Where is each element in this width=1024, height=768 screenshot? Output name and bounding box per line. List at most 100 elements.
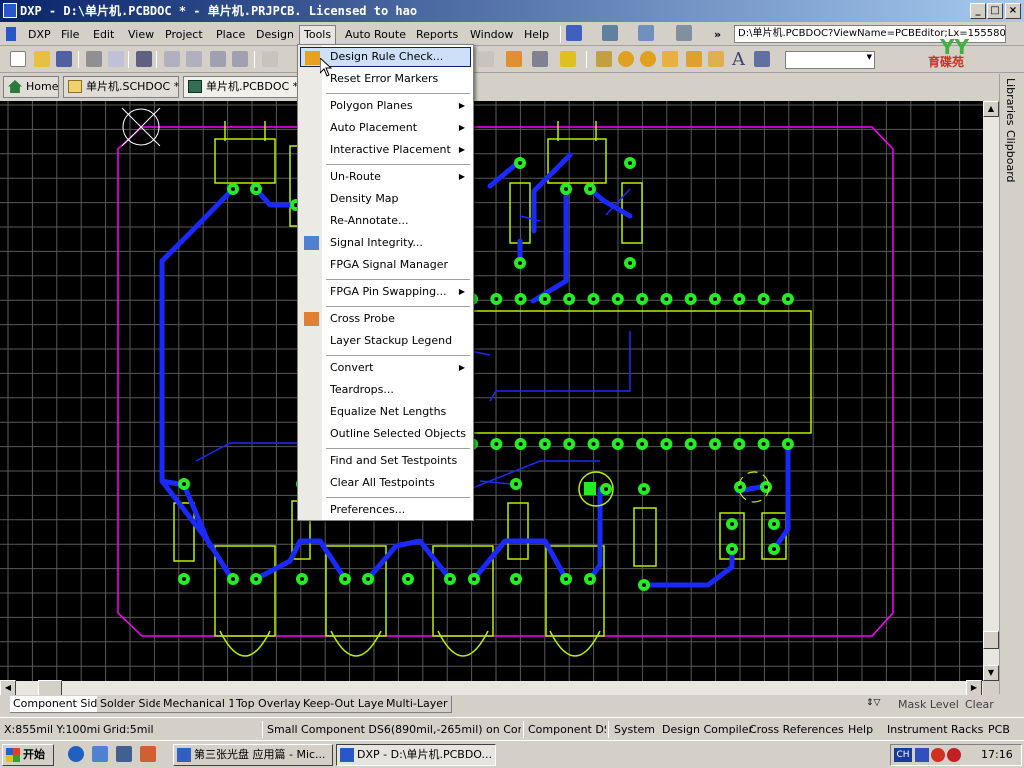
menu-item-interactive-placement[interactable]: Interactive Placement ▶ (300, 140, 471, 160)
menu-reports[interactable]: Reports (412, 26, 462, 43)
component-tool-icon[interactable] (754, 51, 770, 67)
scroll-left-icon[interactable]: ◀ (0, 680, 16, 696)
chart-tool-icon[interactable] (566, 25, 582, 41)
vertical-scrollbar[interactable]: ▲ ▼ (983, 101, 999, 681)
tab-home[interactable]: Home (3, 76, 59, 98)
via-tool-icon[interactable] (640, 51, 656, 67)
new-icon[interactable] (10, 51, 26, 67)
ime-indicator[interactable]: CH (894, 748, 912, 762)
cut-icon[interactable] (262, 51, 278, 67)
menu-file[interactable]: File (57, 26, 83, 43)
help-tool-icon[interactable] (560, 51, 576, 67)
layer-tab-keep-out-layer[interactable]: Keep-Out Layer (300, 696, 393, 713)
scroll-right-icon[interactable]: ▶ (966, 680, 982, 696)
print-icon[interactable] (86, 51, 102, 67)
tab-pcb[interactable]: 单片机.PCBDOC * (183, 76, 303, 98)
menu-item-convert[interactable]: Convert ▶ (300, 358, 471, 378)
menu-window[interactable]: Window (466, 26, 517, 43)
menu-edit[interactable]: Edit (89, 26, 118, 43)
menu-help[interactable]: Help (520, 26, 553, 43)
fill-tool-icon[interactable] (686, 51, 702, 67)
tab-schematic[interactable]: 单片机.SCHDOC * (63, 76, 179, 98)
vertical-scroll-thumb[interactable] (983, 631, 999, 649)
ie-quicklaunch-icon[interactable] (68, 746, 84, 762)
layer-tab-component-side[interactable]: Component Side (10, 696, 109, 713)
menu-item-preferences[interactable]: Preferences... (300, 500, 471, 520)
layer-tab-top-overlay[interactable]: Top Overlay (233, 696, 305, 713)
zoom-area-icon[interactable] (186, 51, 202, 67)
menu-item-outline-selected-objects[interactable]: Outline Selected Objects (300, 424, 471, 444)
select-tool-icon[interactable] (638, 25, 654, 41)
menu-item-un-route[interactable]: Un-Route ▶ (300, 167, 471, 187)
menu-design[interactable]: Design (252, 26, 298, 43)
menu-place[interactable]: Place (212, 26, 249, 43)
zoom-fit-icon[interactable] (164, 51, 180, 67)
tray-icon-1[interactable] (915, 748, 929, 762)
menu-view[interactable]: View (124, 26, 158, 43)
menu-item-fpga-signal-manager[interactable]: FPGA Signal Manager (300, 255, 471, 275)
menu-item-fpga-pin-swapping[interactable]: FPGA Pin Swapping... ▶ (300, 282, 471, 302)
save-icon[interactable] (56, 51, 72, 67)
horizontal-scroll-thumb[interactable] (38, 680, 62, 696)
layer-tab-solder-side[interactable]: Solder Side (97, 696, 167, 713)
clear-button[interactable]: Clear (965, 698, 994, 711)
maximize-button[interactable]: □ (987, 3, 1003, 19)
inspect-icon[interactable] (532, 51, 548, 67)
menu-item-polygon-planes[interactable]: Polygon Planes ▶ (300, 96, 471, 116)
grid-tool-icon[interactable] (676, 25, 692, 41)
layer-tab-multi-layer[interactable]: Multi-Layer (383, 696, 452, 713)
menu-item-layer-stackup-legend[interactable]: Layer Stackup Legend (300, 331, 471, 351)
mask-level-button[interactable]: Mask Level (898, 698, 959, 711)
pad-tool-icon[interactable] (618, 51, 634, 67)
menu-item-clear-all-testpoints[interactable]: Clear All Testpoints (300, 473, 471, 493)
panel-button-cross-references[interactable]: Cross References (749, 722, 844, 738)
scroll-up-icon[interactable]: ▲ (983, 101, 999, 117)
start-button[interactable]: 开始 (2, 744, 54, 766)
menu-item-cross-probe[interactable]: Cross Probe (300, 309, 471, 329)
text-tool-icon[interactable]: A (732, 49, 745, 70)
menu-auto-route[interactable]: Auto Route (341, 26, 410, 43)
task-dxp[interactable]: DXP - D:\单片机.PCBDO... (336, 744, 496, 766)
panel-button-instrument-racks[interactable]: Instrument Racks (887, 722, 983, 738)
menu-item-find-and-set-testpoints[interactable]: Find and Set Testpoints (300, 451, 471, 471)
horizontal-scrollbar[interactable]: ◀ ▶ (0, 680, 983, 696)
task-word-document[interactable]: 第三张光盘 应用篇 - Mic... (173, 744, 333, 766)
zoom-selected-icon[interactable] (210, 51, 226, 67)
toolbar-overflow-icon[interactable]: » (710, 26, 725, 43)
cross-probe-tool-icon[interactable] (506, 51, 522, 67)
zoom-filtered-icon[interactable] (232, 51, 248, 67)
menu-item-signal-integrity[interactable]: Signal Integrity... (300, 233, 471, 253)
align-tool-icon[interactable] (602, 25, 618, 41)
layer-filter-icon[interactable]: ⇕▽ (866, 698, 880, 708)
panel-tab-clipboard[interactable]: Clipboard (1004, 130, 1017, 183)
route-tool-icon[interactable] (596, 51, 612, 67)
menu-dxp[interactable]: DXP (24, 26, 55, 43)
open-icon[interactable] (34, 51, 50, 67)
layer-combo[interactable] (785, 51, 875, 69)
scroll-down-icon[interactable]: ▼ (983, 665, 999, 681)
pcb-canvas[interactable] (0, 101, 983, 681)
tray-icon-2[interactable] (931, 748, 945, 762)
redo-icon[interactable] (478, 51, 494, 67)
print-preview-icon[interactable] (108, 51, 124, 67)
panel-button-design-compiler[interactable]: Design Compiler (662, 722, 753, 738)
quicklaunch-2-icon[interactable] (92, 746, 108, 762)
close-button[interactable]: × (1005, 3, 1021, 19)
menu-item-equalize-net-lengths[interactable]: Equalize Net Lengths (300, 402, 471, 422)
minimize-button[interactable]: _ (970, 3, 986, 19)
menu-tools[interactable]: Tools (299, 25, 337, 45)
arc-tool-icon[interactable] (662, 51, 678, 67)
polygon-tool-icon[interactable] (708, 51, 724, 67)
show-desktop-icon[interactable] (116, 746, 132, 762)
panel-button-system[interactable]: System (614, 722, 655, 738)
menu-item-teardrops[interactable]: Teardrops... (300, 380, 471, 400)
tray-icon-3[interactable] (947, 748, 961, 762)
menu-item-density-map[interactable]: Density Map (300, 189, 471, 209)
quicklaunch-4-icon[interactable] (140, 746, 156, 762)
menu-item-re-annotate[interactable]: Re-Annotate... (300, 211, 471, 231)
panel-tab-libraries[interactable]: Libraries (1004, 78, 1017, 126)
layers-icon[interactable] (136, 51, 152, 67)
layer-tab-mechanical-1[interactable]: Mechanical 1 (160, 696, 240, 713)
panel-button-help[interactable]: Help (848, 722, 873, 738)
menu-item-auto-placement[interactable]: Auto Placement ▶ (300, 118, 471, 138)
